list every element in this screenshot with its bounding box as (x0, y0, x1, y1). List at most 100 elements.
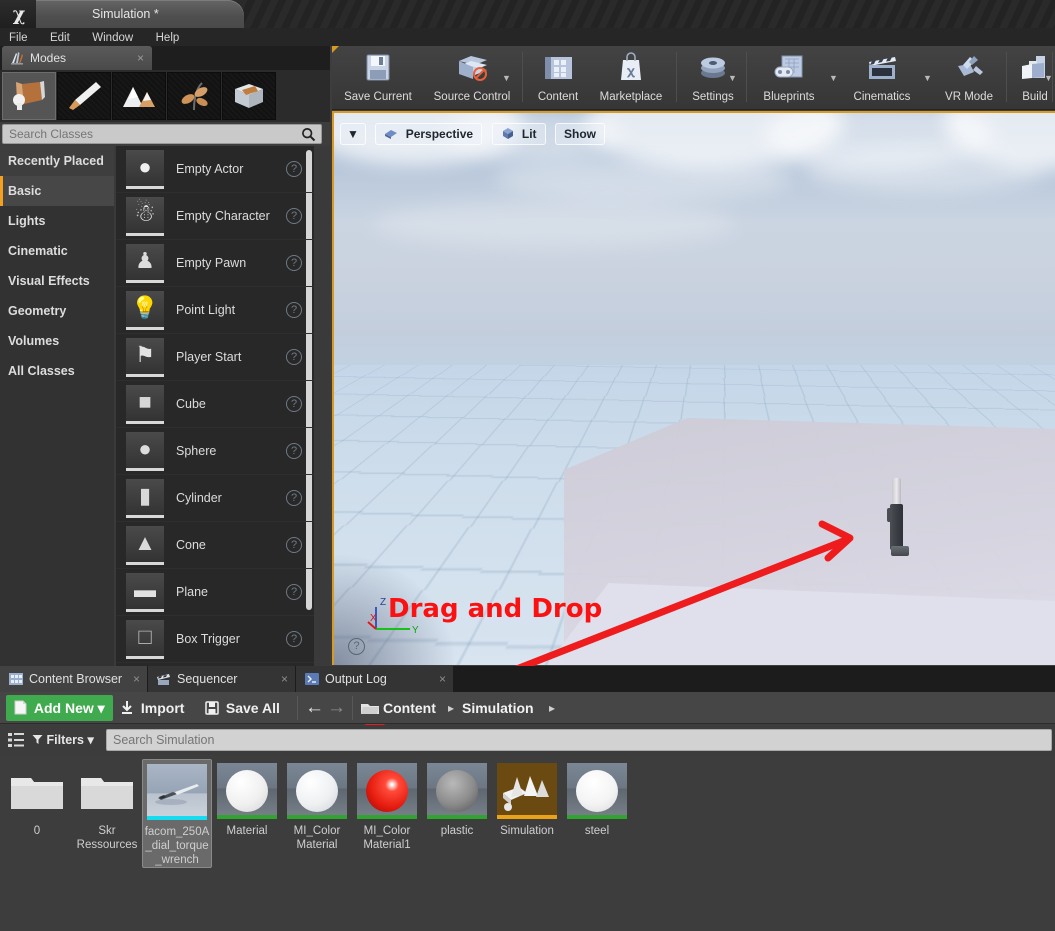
settings-caret-icon[interactable]: ▼ (728, 74, 739, 82)
paint-mode-button[interactable] (57, 72, 111, 120)
breadcrumb-separator[interactable]: ▸ (549, 695, 555, 721)
category-geometry[interactable]: Geometry (0, 296, 114, 326)
nav-back-button[interactable]: ← (305, 697, 324, 719)
help-icon[interactable]: ? (286, 584, 302, 600)
list-item[interactable]: □ Box Trigger ? (116, 616, 314, 663)
cube-icon: ■ (138, 391, 151, 413)
category-volumes[interactable]: Volumes (0, 326, 114, 356)
marketplace-button[interactable]: 𝛘 Marketplace (588, 48, 674, 108)
search-classes-field[interactable] (2, 124, 322, 144)
placement-asset-list[interactable]: ● Empty Actor ? ☃ Empty Character ? ♟ Em… (116, 146, 314, 666)
project-tab[interactable]: Simulation * (36, 0, 244, 28)
category-lights[interactable]: Lights (0, 206, 114, 236)
list-item[interactable]: ♟ Empty Pawn ? (116, 240, 314, 287)
help-icon[interactable]: ? (286, 443, 302, 459)
cinematics-caret-icon[interactable]: ▼ (923, 74, 934, 82)
help-icon[interactable]: ? (286, 537, 302, 553)
tab-modes-close-icon[interactable]: × (137, 46, 144, 70)
geometry-editing-mode-button[interactable] (222, 72, 276, 120)
asset-tile-plastic[interactable]: plastic (422, 759, 492, 838)
asset-tile-simulation-level[interactable]: Simulation (492, 759, 562, 838)
asset-tile-mi-color-material1[interactable]: MI_Color Material1 (352, 759, 422, 852)
mode-toolbar (0, 70, 330, 122)
menu-item-help[interactable]: Help (147, 29, 189, 47)
help-icon[interactable]: ? (348, 638, 365, 655)
list-item[interactable]: ▲ Cone ? (116, 522, 314, 569)
category-basic[interactable]: Basic (0, 176, 114, 206)
help-icon[interactable]: ? (286, 302, 302, 318)
viewport-options-button[interactable]: ▼ (340, 123, 366, 145)
view-mode-button[interactable]: Lit (492, 123, 546, 145)
asset-tile-steel[interactable]: steel (562, 759, 632, 838)
content-search-field[interactable] (106, 729, 1052, 751)
import-button[interactable]: Import (120, 695, 184, 721)
breadcrumb-simulation[interactable]: Simulation (462, 695, 534, 721)
unreal-engine-logo-icon[interactable]: 𝛘 (6, 2, 32, 26)
category-visual-effects[interactable]: Visual Effects (0, 266, 114, 296)
menu-item-edit[interactable]: Edit (41, 29, 79, 47)
list-item[interactable]: ☃ Empty Character ? (116, 193, 314, 240)
placed-wrench-actor[interactable] (887, 478, 909, 562)
add-new-file-icon (14, 700, 31, 716)
vr-mode-button[interactable]: VR Mode (936, 48, 1002, 108)
help-icon[interactable]: ? (286, 631, 302, 647)
asset-label: Plane (176, 569, 208, 616)
tab-output-log-close-icon[interactable]: × (439, 666, 446, 692)
category-all-classes[interactable]: All Classes (0, 356, 114, 386)
content-button[interactable]: Content (528, 48, 588, 108)
nav-forward-button[interactable]: → (327, 697, 346, 719)
help-icon[interactable]: ? (286, 490, 302, 506)
list-item[interactable]: 💡 Point Light ? (116, 287, 314, 334)
level-viewport[interactable]: ▼ Perspective Lit Show Z Y X ? Drag and … (332, 111, 1055, 665)
list-item[interactable]: ⚑ Player Start ? (116, 334, 314, 381)
help-icon[interactable]: ? (286, 396, 302, 412)
save-current-button[interactable]: Save Current (338, 48, 418, 108)
menu-item-file[interactable]: File (0, 29, 37, 47)
add-new-button[interactable]: Add New ▾ (6, 695, 113, 721)
cinematics-button[interactable]: Cinematics (844, 48, 920, 108)
search-classes-input[interactable] (9, 125, 289, 143)
blueprints-caret-icon[interactable]: ▼ (829, 74, 840, 82)
foliage-mode-button[interactable] (167, 72, 221, 120)
asset-tile-facom-torque-wrench[interactable]: facom_250A_dial_torque_wrench (142, 759, 212, 868)
camera-mode-button[interactable]: Perspective (375, 123, 482, 145)
filters-button[interactable]: Filters ▾ (32, 731, 94, 749)
tab-modes[interactable]: Modes × (2, 46, 152, 70)
help-icon[interactable]: ? (286, 255, 302, 271)
list-item[interactable]: ■ Cube ? (116, 381, 314, 428)
build-caret-icon[interactable]: ▼ (1044, 74, 1055, 82)
sources-panel-icon[interactable] (8, 732, 25, 748)
tab-sequencer[interactable]: Sequencer × (148, 666, 296, 692)
blueprints-button[interactable]: Blueprints (752, 48, 826, 108)
asset-tile-mi-color-material[interactable]: MI_Color Material (282, 759, 352, 852)
category-cinematic[interactable]: Cinematic (0, 236, 114, 266)
category-recently-placed[interactable]: Recently Placed (0, 146, 114, 176)
filters-caret-icon: ▾ (87, 733, 93, 747)
help-icon[interactable]: ? (286, 161, 302, 177)
landscape-mode-button[interactable] (112, 72, 166, 120)
source-control-caret-icon[interactable]: ▼ (502, 74, 513, 82)
save-all-button[interactable]: Save All (205, 695, 280, 721)
tab-output-log-label: Output Log (325, 666, 387, 692)
help-icon[interactable]: ? (286, 349, 302, 365)
content-search-input[interactable] (113, 730, 1013, 750)
asset-tile-folder-skr-ressources[interactable]: Skr Ressources (72, 759, 142, 852)
asset-tile-folder-0[interactable]: 0 (2, 759, 72, 838)
place-mode-button[interactable] (2, 72, 56, 120)
tab-output-log[interactable]: Output Log × (296, 666, 454, 692)
tab-content-browser-close-icon[interactable]: × (133, 666, 140, 692)
tab-sequencer-close-icon[interactable]: × (281, 666, 288, 692)
asset-tile-material[interactable]: Material (212, 759, 282, 838)
asset-label: Skr Ressources (72, 824, 142, 852)
list-item[interactable]: ● Sphere ? (116, 428, 314, 475)
list-item[interactable]: ▮ Cylinder ? (116, 475, 314, 522)
help-icon[interactable]: ? (286, 208, 302, 224)
blueprints-label: Blueprints (752, 91, 826, 103)
list-item[interactable]: ● Empty Actor ? (116, 146, 314, 193)
folder-open-icon[interactable] (360, 701, 380, 716)
breadcrumb-content[interactable]: Content (383, 695, 436, 721)
tab-content-browser[interactable]: Content Browser × (0, 666, 148, 692)
menu-item-window[interactable]: Window (83, 29, 142, 47)
show-flags-button[interactable]: Show (555, 123, 605, 145)
list-item[interactable]: ▬ Plane ? (116, 569, 314, 616)
